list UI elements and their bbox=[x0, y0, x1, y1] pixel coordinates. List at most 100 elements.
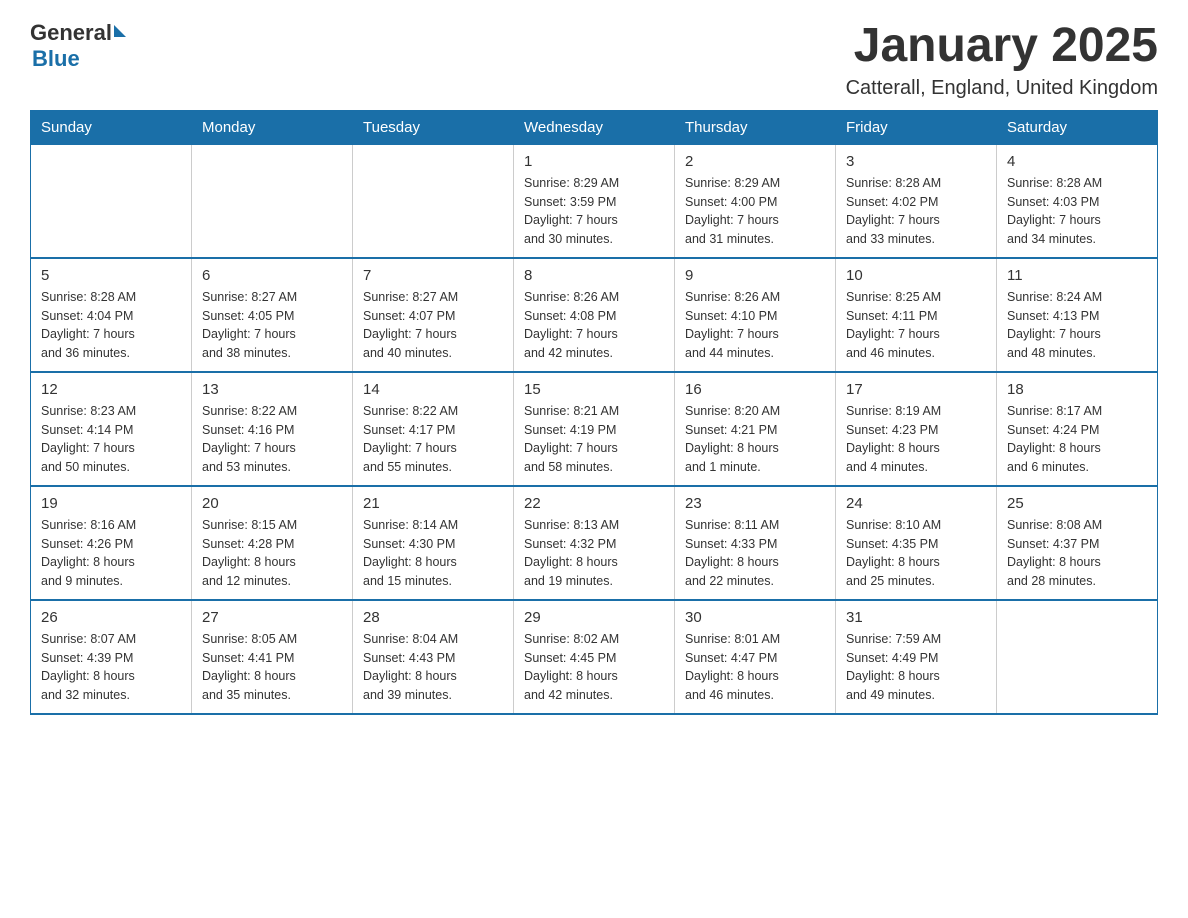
calendar-cell: 5 Sunrise: 8:28 AMSunset: 4:04 PMDaylight… bbox=[31, 258, 192, 372]
day-number: 23 bbox=[685, 495, 825, 512]
day-info: Sunrise: 8:14 AMSunset: 4:30 PMDaylight:… bbox=[363, 516, 503, 591]
day-number: 1 bbox=[524, 153, 664, 170]
page-title: January 2025 bbox=[846, 20, 1158, 73]
day-number: 30 bbox=[685, 609, 825, 626]
calendar-cell: 20 Sunrise: 8:15 AMSunset: 4:28 PMDayligh… bbox=[192, 486, 353, 600]
day-info: Sunrise: 8:26 AMSunset: 4:08 PMDaylight:… bbox=[524, 288, 664, 363]
day-info: Sunrise: 8:26 AMSunset: 4:10 PMDaylight:… bbox=[685, 288, 825, 363]
calendar-header-friday: Friday bbox=[836, 110, 997, 144]
calendar-cell: 13 Sunrise: 8:22 AMSunset: 4:16 PMDayligh… bbox=[192, 372, 353, 486]
day-number: 12 bbox=[41, 381, 181, 398]
day-info: Sunrise: 8:17 AMSunset: 4:24 PMDaylight:… bbox=[1007, 402, 1147, 477]
day-number: 31 bbox=[846, 609, 986, 626]
calendar-cell: 28Sunrise: 8:04 AMSunset: 4:43 PMDayligh… bbox=[353, 600, 514, 714]
day-number: 8 bbox=[524, 267, 664, 284]
calendar-cell: 19 Sunrise: 8:16 AMSunset: 4:26 PMDayligh… bbox=[31, 486, 192, 600]
calendar-cell: 31Sunrise: 7:59 AMSunset: 4:49 PMDayligh… bbox=[836, 600, 997, 714]
day-number: 14 bbox=[363, 381, 503, 398]
calendar-week-4: 19 Sunrise: 8:16 AMSunset: 4:26 PMDayligh… bbox=[31, 486, 1158, 600]
day-number: 19 bbox=[41, 495, 181, 512]
calendar-week-1: 1Sunrise: 8:29 AMSunset: 3:59 PMDaylight… bbox=[31, 144, 1158, 258]
day-info: Sunrise: 8:04 AMSunset: 4:43 PMDaylight:… bbox=[363, 630, 503, 705]
calendar-header-tuesday: Tuesday bbox=[353, 110, 514, 144]
calendar-cell bbox=[353, 144, 514, 258]
calendar-cell: 26 Sunrise: 8:07 AMSunset: 4:39 PMDayligh… bbox=[31, 600, 192, 714]
day-info: Sunrise: 8:27 AMSunset: 4:05 PMDaylight:… bbox=[202, 288, 342, 363]
day-number: 3 bbox=[846, 153, 986, 170]
calendar-cell: 9 Sunrise: 8:26 AMSunset: 4:10 PMDaylight… bbox=[675, 258, 836, 372]
calendar-cell: 15 Sunrise: 8:21 AMSunset: 4:19 PMDayligh… bbox=[514, 372, 675, 486]
day-info: Sunrise: 8:05 AMSunset: 4:41 PMDaylight:… bbox=[202, 630, 342, 705]
day-number: 27 bbox=[202, 609, 342, 626]
day-info: Sunrise: 8:20 AMSunset: 4:21 PMDaylight:… bbox=[685, 402, 825, 477]
day-number: 4 bbox=[1007, 153, 1147, 170]
calendar-cell: 23Sunrise: 8:11 AMSunset: 4:33 PMDayligh… bbox=[675, 486, 836, 600]
title-block: January 2025 Catterall, England, United … bbox=[846, 20, 1158, 100]
logo-blue: Blue bbox=[32, 46, 80, 72]
day-info: Sunrise: 8:22 AMSunset: 4:16 PMDaylight:… bbox=[202, 402, 342, 477]
calendar-cell: 1Sunrise: 8:29 AMSunset: 3:59 PMDaylight… bbox=[514, 144, 675, 258]
calendar-week-2: 5 Sunrise: 8:28 AMSunset: 4:04 PMDaylight… bbox=[31, 258, 1158, 372]
calendar-cell: 3 Sunrise: 8:28 AMSunset: 4:02 PMDaylight… bbox=[836, 144, 997, 258]
day-number: 17 bbox=[846, 381, 986, 398]
day-number: 29 bbox=[524, 609, 664, 626]
calendar-cell: 21Sunrise: 8:14 AMSunset: 4:30 PMDayligh… bbox=[353, 486, 514, 600]
day-number: 6 bbox=[202, 267, 342, 284]
day-number: 13 bbox=[202, 381, 342, 398]
day-info: Sunrise: 8:24 AMSunset: 4:13 PMDaylight:… bbox=[1007, 288, 1147, 363]
calendar-cell: 18 Sunrise: 8:17 AMSunset: 4:24 PMDayligh… bbox=[997, 372, 1158, 486]
calendar-cell: 8 Sunrise: 8:26 AMSunset: 4:08 PMDaylight… bbox=[514, 258, 675, 372]
page-header: General Blue January 2025 Catterall, Eng… bbox=[30, 20, 1158, 100]
day-number: 11 bbox=[1007, 267, 1147, 284]
calendar-cell: 12 Sunrise: 8:23 AMSunset: 4:14 PMDayligh… bbox=[31, 372, 192, 486]
day-info: Sunrise: 8:19 AMSunset: 4:23 PMDaylight:… bbox=[846, 402, 986, 477]
day-number: 22 bbox=[524, 495, 664, 512]
calendar-cell bbox=[192, 144, 353, 258]
day-number: 2 bbox=[685, 153, 825, 170]
day-info: Sunrise: 8:07 AMSunset: 4:39 PMDaylight:… bbox=[41, 630, 181, 705]
calendar-cell: 22Sunrise: 8:13 AMSunset: 4:32 PMDayligh… bbox=[514, 486, 675, 600]
day-number: 25 bbox=[1007, 495, 1147, 512]
day-info: Sunrise: 8:29 AMSunset: 4:00 PMDaylight:… bbox=[685, 174, 825, 249]
day-info: Sunrise: 8:08 AMSunset: 4:37 PMDaylight:… bbox=[1007, 516, 1147, 591]
calendar-header-row: SundayMondayTuesdayWednesdayThursdayFrid… bbox=[31, 110, 1158, 144]
calendar-cell: 7Sunrise: 8:27 AMSunset: 4:07 PMDaylight… bbox=[353, 258, 514, 372]
day-info: Sunrise: 8:15 AMSunset: 4:28 PMDaylight:… bbox=[202, 516, 342, 591]
day-number: 15 bbox=[524, 381, 664, 398]
calendar-week-3: 12 Sunrise: 8:23 AMSunset: 4:14 PMDayligh… bbox=[31, 372, 1158, 486]
day-info: Sunrise: 8:23 AMSunset: 4:14 PMDaylight:… bbox=[41, 402, 181, 477]
day-info: Sunrise: 8:02 AMSunset: 4:45 PMDaylight:… bbox=[524, 630, 664, 705]
day-info: Sunrise: 8:27 AMSunset: 4:07 PMDaylight:… bbox=[363, 288, 503, 363]
calendar-cell: 14 Sunrise: 8:22 AMSunset: 4:17 PMDayligh… bbox=[353, 372, 514, 486]
day-info: Sunrise: 8:01 AMSunset: 4:47 PMDaylight:… bbox=[685, 630, 825, 705]
calendar-cell bbox=[997, 600, 1158, 714]
calendar-cell: 2 Sunrise: 8:29 AMSunset: 4:00 PMDaylight… bbox=[675, 144, 836, 258]
day-number: 24 bbox=[846, 495, 986, 512]
calendar-header-saturday: Saturday bbox=[997, 110, 1158, 144]
calendar-cell: 16 Sunrise: 8:20 AMSunset: 4:21 PMDayligh… bbox=[675, 372, 836, 486]
day-number: 18 bbox=[1007, 381, 1147, 398]
day-info: Sunrise: 8:28 AMSunset: 4:02 PMDaylight:… bbox=[846, 174, 986, 249]
day-number: 5 bbox=[41, 267, 181, 284]
logo-triangle-icon bbox=[114, 25, 126, 37]
calendar-table: SundayMondayTuesdayWednesdayThursdayFrid… bbox=[30, 110, 1158, 715]
calendar-cell: 10Sunrise: 8:25 AMSunset: 4:11 PMDayligh… bbox=[836, 258, 997, 372]
calendar-cell: 17 Sunrise: 8:19 AMSunset: 4:23 PMDayligh… bbox=[836, 372, 997, 486]
day-info: Sunrise: 8:25 AMSunset: 4:11 PMDaylight:… bbox=[846, 288, 986, 363]
day-info: Sunrise: 8:28 AMSunset: 4:03 PMDaylight:… bbox=[1007, 174, 1147, 249]
day-number: 16 bbox=[685, 381, 825, 398]
day-info: Sunrise: 8:22 AMSunset: 4:17 PMDaylight:… bbox=[363, 402, 503, 477]
logo: General Blue bbox=[30, 20, 126, 73]
day-number: 26 bbox=[41, 609, 181, 626]
day-info: Sunrise: 8:21 AMSunset: 4:19 PMDaylight:… bbox=[524, 402, 664, 477]
calendar-cell: 6 Sunrise: 8:27 AMSunset: 4:05 PMDaylight… bbox=[192, 258, 353, 372]
day-number: 20 bbox=[202, 495, 342, 512]
calendar-cell: 4 Sunrise: 8:28 AMSunset: 4:03 PMDaylight… bbox=[997, 144, 1158, 258]
calendar-header-monday: Monday bbox=[192, 110, 353, 144]
day-info: Sunrise: 8:10 AMSunset: 4:35 PMDaylight:… bbox=[846, 516, 986, 591]
logo-general: General bbox=[30, 20, 112, 46]
calendar-header-thursday: Thursday bbox=[675, 110, 836, 144]
day-info: Sunrise: 8:16 AMSunset: 4:26 PMDaylight:… bbox=[41, 516, 181, 591]
day-info: Sunrise: 8:28 AMSunset: 4:04 PMDaylight:… bbox=[41, 288, 181, 363]
day-number: 9 bbox=[685, 267, 825, 284]
